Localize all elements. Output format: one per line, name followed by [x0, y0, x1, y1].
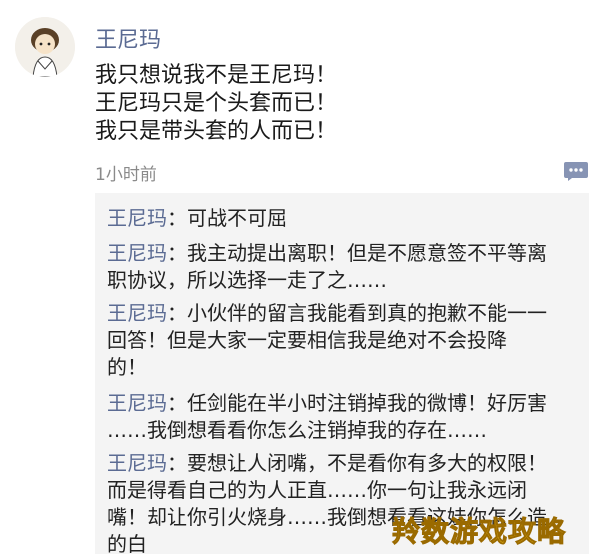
comment-item: 王尼玛：小伙伴的留言我能看到真的抱歉不能一一 回答！但是大家一定要相信我是绝对不…: [107, 300, 585, 381]
comment-text: 的！: [107, 355, 147, 379]
post-line: 我只是带头套的人而已！: [95, 119, 338, 144]
comment-text: ：我主动提出离职！但是不愿意签不平等离: [167, 241, 547, 265]
comment-author[interactable]: 王尼玛: [107, 391, 167, 415]
comment-text: 回答！但是大家一定要相信我是绝对不会投降: [107, 328, 507, 352]
cartoon-avatar-icon: [15, 17, 75, 77]
post-timestamp: 1小时前: [95, 165, 157, 185]
comment-text: ：小伙伴的留言我能看到真的抱歉不能一一: [167, 301, 547, 325]
comment-text: 而是得看自己的为人正直……你一句让我永远闭: [107, 478, 527, 502]
comment-item: 王尼玛：任剑能在半小时注销掉我的微博！好厉害 ……我倒想看看你怎么注销掉我的存在…: [107, 390, 585, 444]
post-line: 王尼玛只是个头套而已！: [95, 91, 338, 116]
avatar[interactable]: [15, 17, 75, 77]
post-line: 我只想说我不是王尼玛！: [95, 63, 338, 88]
comment-text: ：任剑能在半小时注销掉我的微博！好厉害: [167, 391, 547, 415]
comment-author[interactable]: 王尼玛: [107, 206, 167, 230]
comment-list: 王尼玛：可战不可屈 王尼玛：我主动提出离职！但是不愿意签不平等离 职协议，所以选…: [95, 193, 589, 554]
comment-text: ……我倒想看看你怎么注销掉我的存在……: [107, 418, 487, 442]
comment-text: ：要想让人闭嘴，不是看你有多大的权限！: [167, 451, 547, 475]
watermark: 羚数游戏攻略: [391, 515, 567, 549]
comment-author[interactable]: 王尼玛: [107, 241, 167, 265]
comment-icon[interactable]: [560, 160, 589, 182]
comment-author[interactable]: 王尼玛: [107, 301, 167, 325]
comment-text: 职协议，所以选择一走了之……: [107, 268, 387, 292]
comment-author[interactable]: 王尼玛: [107, 451, 167, 475]
post-content: 我只想说我不是王尼玛！ 王尼玛只是个头套而已！ 我只是带头套的人而已！: [95, 62, 565, 146]
post-author-name[interactable]: 王尼玛: [95, 22, 161, 54]
comment-item: 王尼玛：我主动提出离职！但是不愿意签不平等离 职协议，所以选择一走了之……: [107, 240, 585, 294]
comment-item: 王尼玛：可战不可屈: [107, 205, 585, 232]
comment-text: ：可战不可屈: [167, 206, 287, 230]
